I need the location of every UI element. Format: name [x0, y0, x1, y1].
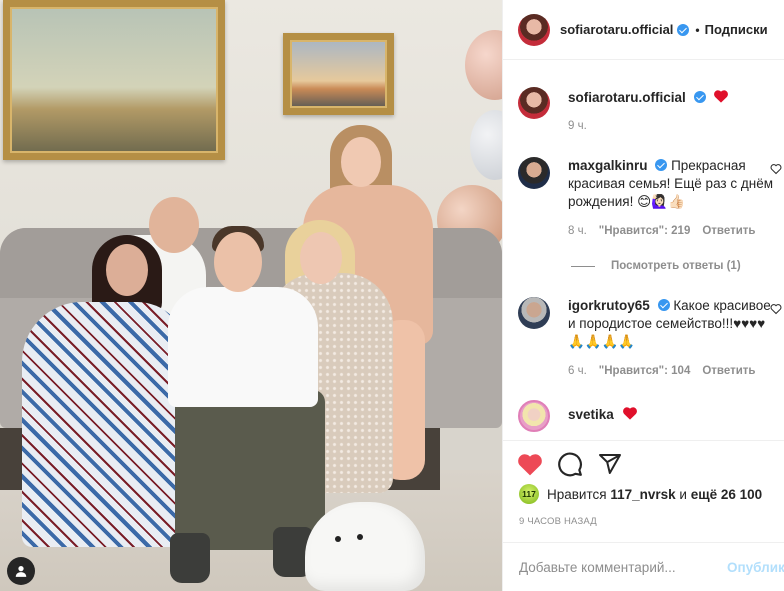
caption-time: 9 ч. — [568, 120, 587, 132]
person-woman-dress — [22, 302, 187, 547]
likes-prefix: Нравится — [547, 486, 607, 502]
person-tag-glyph — [15, 566, 27, 577]
comment-time: 8 ч. — [568, 225, 587, 237]
sneaker — [170, 533, 210, 583]
comment-row: maxgalkinru Прекрасная красивая семья! Е… — [518, 157, 782, 240]
person-face — [341, 137, 381, 187]
avatar[interactable] — [518, 13, 550, 46]
comment-likes-count[interactable]: "Нравится": 219 — [599, 222, 691, 240]
person-young-man — [168, 287, 318, 407]
red-heart-icon — [622, 407, 637, 420]
verified-badge-icon — [655, 159, 668, 171]
avatar[interactable] — [518, 157, 550, 189]
avatar[interactable] — [518, 400, 550, 432]
comment-username[interactable]: igorkrutoy65 — [568, 298, 650, 313]
person-face — [300, 232, 342, 284]
comment-username[interactable]: svetika — [568, 407, 614, 422]
comment-input[interactable] — [519, 559, 719, 575]
post-header: sofiarotaru.official • Подписки — [503, 0, 784, 60]
following-button[interactable]: Подписки — [705, 22, 768, 37]
paper-plane-icon[interactable] — [597, 452, 623, 476]
post-sidebar: sofiarotaru.official • Подписки sofiarot… — [502, 0, 784, 591]
view-replies-button[interactable]: Посмотреть ответы (1) — [571, 260, 741, 272]
replies-divider — [571, 265, 595, 267]
painting-sailing-ship — [3, 0, 225, 160]
painting-sunset — [283, 33, 394, 115]
dog-eye — [335, 536, 341, 542]
dog-eye — [357, 534, 363, 540]
comment-row: svetika — [518, 400, 778, 432]
person-face — [149, 197, 199, 253]
white-dog — [305, 502, 425, 591]
comment-username[interactable]: maxgalkinru — [568, 158, 648, 173]
avatar[interactable] — [518, 297, 550, 329]
comment-row: igorkrutoy65 Какое красивое и породистое… — [518, 297, 782, 380]
reply-button[interactable]: Ответить — [702, 362, 755, 380]
comments-list[interactable]: sofiarotaru.official 9 ч. maxgalkinru Пр — [503, 60, 784, 440]
person-legs — [175, 390, 325, 550]
caption-row: sofiarotaru.official 9 ч. — [518, 87, 778, 135]
author-username[interactable]: sofiarotaru.official — [560, 22, 673, 37]
likes-joiner: и — [679, 486, 687, 502]
action-bar — [503, 440, 784, 486]
avatar[interactable] — [518, 87, 550, 119]
person-face — [214, 232, 262, 292]
comment-bubble-icon[interactable] — [557, 451, 583, 477]
comment-likes-count[interactable]: "Нравится": 104 — [599, 362, 691, 380]
person-tag-icon[interactable] — [7, 557, 35, 585]
reply-button[interactable]: Ответить — [702, 222, 755, 240]
likes-others[interactable]: ещё 26 100 — [691, 487, 762, 502]
heart-outline-icon[interactable] — [770, 163, 782, 175]
verified-badge-icon — [677, 23, 690, 36]
verified-badge-icon — [693, 91, 706, 103]
comment-time: 6 ч. — [568, 365, 587, 377]
heart-outline-icon[interactable] — [770, 303, 782, 315]
red-heart-icon — [714, 90, 729, 103]
posted-time: 9 ЧАСОВ НАЗАД — [519, 516, 597, 527]
header-separator: • — [695, 22, 700, 37]
add-comment-bar: Опубликовать — [503, 542, 784, 591]
publish-button[interactable]: Опубликовать — [727, 560, 784, 575]
verified-badge-icon — [657, 299, 670, 311]
likes-summary[interactable]: 117 Нравится 117_nvrsk и ещё 26 100 — [519, 484, 762, 504]
liker-avatar: 117 — [519, 484, 539, 504]
view-replies-label: Посмотреть ответы (1) — [611, 260, 741, 272]
liker-username[interactable]: 117_nvrsk — [610, 487, 675, 502]
heart-filled-icon[interactable] — [517, 452, 543, 476]
person-face — [106, 244, 148, 296]
caption-username[interactable]: sofiarotaru.official — [568, 90, 686, 105]
post-photo[interactable] — [0, 0, 502, 591]
